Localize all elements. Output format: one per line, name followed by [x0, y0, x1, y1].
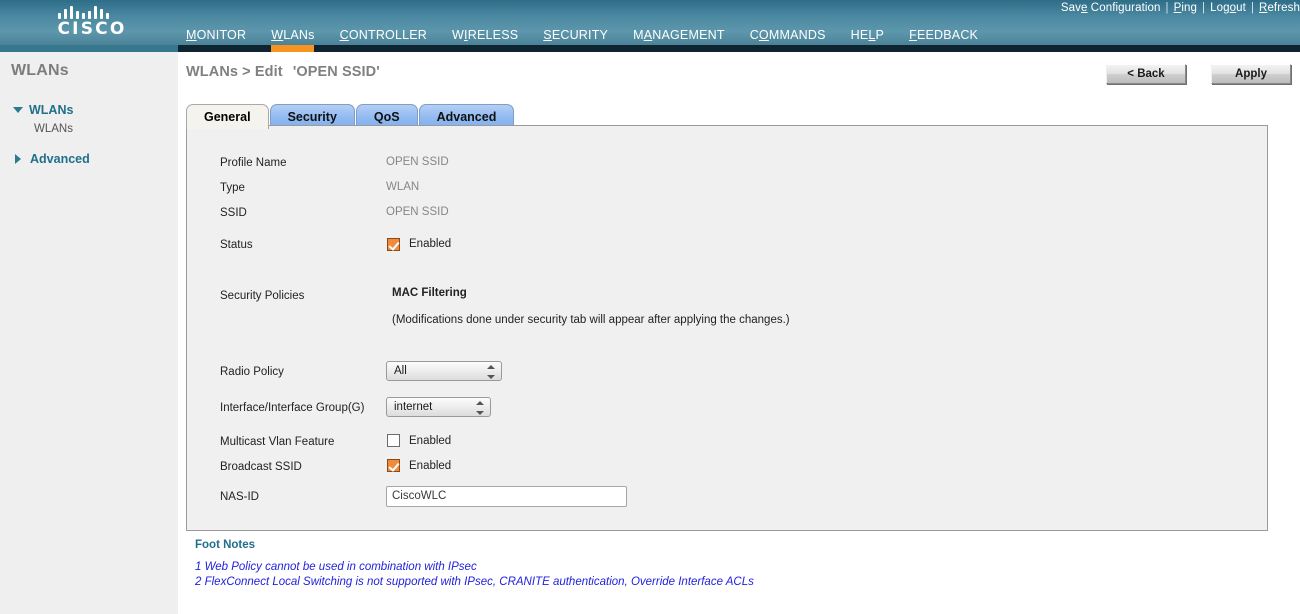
page-title: WLANs > Edit 'OPEN SSID'	[186, 64, 380, 80]
profile-name-value: OPEN SSID	[386, 156, 449, 168]
sidebar-subitem-wlans[interactable]: WLANs	[12, 119, 177, 139]
utility-link-save-configuration[interactable]: Save Configuration	[1061, 2, 1161, 14]
active-nav-underline	[271, 45, 314, 52]
profile-name-label: Profile Name	[220, 157, 287, 169]
logo-bar-5	[88, 11, 91, 19]
field-broadcast-ssid: Broadcast SSID Enabled	[220, 453, 1120, 478]
interface-group-label: Interface/Interface Group(G)	[220, 402, 365, 414]
general-settings-panel: Profile Name OPEN SSID Type WLAN SSID OP…	[186, 125, 1268, 531]
security-policies-label: Security Policies	[220, 290, 305, 302]
field-radio-policy: Radio Policy All	[220, 356, 1120, 386]
nav-underline-strip	[0, 45, 1300, 52]
nav-item-wireless[interactable]: WIRELESS	[452, 28, 534, 42]
nav-item-security[interactable]: SECURITY	[543, 28, 624, 42]
ssid-label: SSID	[220, 207, 247, 219]
nav-item-feedback[interactable]: FEEDBACK	[909, 28, 994, 42]
sidebar-item-wlans[interactable]: WLANs	[12, 100, 177, 119]
back-button[interactable]: < Back	[1106, 64, 1186, 84]
utility-link-ping[interactable]: Ping	[1174, 2, 1197, 14]
field-type: Type WLAN	[220, 179, 1120, 204]
nas-id-input[interactable]	[386, 485, 627, 507]
app-header: CISCO Save Configuration | Ping | Logout | Ref…	[0, 0, 1300, 45]
content-area: WLANs > Edit 'OPEN SSID' < Back Apply Ge…	[178, 52, 1300, 614]
sidebar-item-label: WLANs	[29, 102, 74, 117]
tab-general[interactable]: General	[186, 104, 269, 129]
sidebar: WLANs WLANs WLANs Advanced	[0, 52, 178, 614]
broadcast-ssid-checkbox-group[interactable]: Enabled	[387, 459, 451, 472]
footnote-item: 2 FlexConnect Local Switching is not sup…	[195, 576, 754, 588]
multicast-vlan-checkbox-group[interactable]: Enabled	[387, 434, 451, 447]
broadcast-ssid-label: Broadcast SSID	[220, 460, 302, 473]
stepper-arrows-icon	[476, 401, 484, 415]
status-checkbox-label: Enabled	[409, 238, 452, 250]
field-interface-group: Interface/Interface Group(G) internet	[220, 390, 1120, 424]
utility-link-refresh[interactable]: Refresh	[1259, 2, 1300, 14]
radio-policy-selected-value: All	[394, 365, 407, 377]
interface-group-selected-value: internet	[394, 401, 433, 413]
cisco-logo-bars	[58, 5, 126, 19]
multicast-vlan-checkbox-label: Enabled	[409, 434, 452, 447]
nav-strip-sidebar-segment	[0, 45, 178, 52]
broadcast-ssid-checkbox[interactable]	[387, 459, 400, 472]
logo-bar-1	[64, 9, 67, 19]
nav-item-help[interactable]: HELP	[851, 28, 900, 42]
type-value: WLAN	[386, 181, 420, 193]
status-label: Status	[220, 239, 253, 251]
logo-bar-3	[76, 11, 79, 19]
general-form: Profile Name OPEN SSID Type WLAN SSID OP…	[220, 154, 1120, 510]
field-nas-id: NAS-ID	[220, 482, 1120, 510]
sidebar-item-label: Advanced	[30, 151, 90, 166]
utility-link-separator: |	[1250, 2, 1255, 14]
breadcrumb-target: 'OPEN SSID'	[292, 64, 380, 80]
security-policies-value: MAC Filtering	[392, 287, 467, 299]
nas-id-label: NAS-ID	[220, 491, 259, 503]
field-profile-name: Profile Name OPEN SSID	[220, 154, 1120, 179]
status-checkbox[interactable]	[387, 237, 400, 251]
footnotes-title: Foot Notes	[195, 539, 256, 551]
footnotes-section: Foot Notes 1 Web Policy cannot be used i…	[195, 539, 1195, 590]
multicast-vlan-label: Multicast Vlan Feature	[220, 435, 335, 448]
cisco-logo: CISCO	[47, 5, 137, 41]
utility-links: Save Configuration | Ping | Logout | Refresh	[1061, 2, 1300, 14]
chevron-right-icon	[15, 153, 21, 164]
ssid-value: OPEN SSID	[386, 206, 449, 218]
broadcast-ssid-checkbox-label: Enabled	[409, 459, 452, 472]
utility-link-separator: |	[1202, 2, 1206, 14]
utility-link-separator: |	[1165, 2, 1169, 14]
nav-item-controller[interactable]: CONTROLLER	[340, 28, 443, 42]
chevron-down-icon	[13, 106, 23, 113]
status-checkbox-group[interactable]: Enabled	[387, 237, 452, 251]
nav-item-wlans[interactable]: WLANs	[271, 28, 330, 42]
multicast-vlan-checkbox[interactable]	[387, 434, 400, 447]
security-policies-note: (Modifications done under security tab w…	[392, 314, 790, 326]
logo-bar-7	[100, 9, 103, 19]
main-navigation: MONITOR WLANs CONTROLLER WIRELESS SECURITY MA…	[186, 24, 1003, 45]
logo-bar-6	[94, 6, 97, 19]
sidebar-title: WLANs	[11, 62, 69, 79]
field-status: Status Enabled	[220, 229, 1120, 259]
footnote-item: 1 Web Policy cannot be used in combinati…	[195, 561, 477, 573]
nav-item-commands[interactable]: COMMANDS	[750, 28, 842, 42]
radio-policy-select[interactable]: All	[386, 361, 502, 381]
nav-item-management[interactable]: MANAGEMENT	[633, 28, 741, 42]
sidebar-item-advanced[interactable]: Advanced	[12, 149, 177, 168]
breadcrumb: WLANs > Edit	[186, 64, 283, 80]
radio-policy-label: Radio Policy	[220, 366, 284, 378]
logo-bar-2	[70, 6, 73, 19]
apply-button[interactable]: Apply	[1211, 64, 1291, 84]
type-label: Type	[220, 182, 245, 194]
interface-group-select[interactable]: internet	[386, 397, 491, 417]
sidebar-tree: WLANs WLANs Advanced	[12, 100, 177, 168]
stepper-arrows-icon	[487, 365, 495, 379]
nav-item-monitor[interactable]: MONITOR	[186, 28, 262, 42]
field-security-policies: Security Policies MAC Filtering	[220, 287, 1120, 309]
field-ssid: SSID OPEN SSID	[220, 204, 1120, 229]
cisco-wordmark: CISCO	[57, 19, 127, 39]
utility-link-logout[interactable]: Logout	[1210, 2, 1246, 14]
field-multicast-vlan: Multicast Vlan Feature Enabled	[220, 428, 1120, 453]
